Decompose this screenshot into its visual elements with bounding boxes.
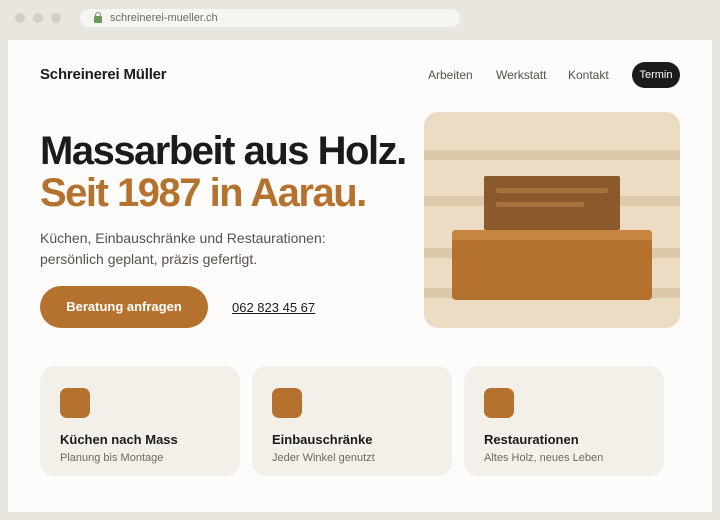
- service-card-title: Einbauschränke: [272, 432, 373, 447]
- hero-lead-line-2: persönlich geplant, präzis gefertigt.: [40, 251, 258, 267]
- service-card-einbauschraenke[interactable]: Einbauschränke Jeder Winkel genutzt: [252, 366, 452, 476]
- nav-link-werkstatt[interactable]: Werkstatt: [496, 68, 546, 82]
- service-card-kuechen[interactable]: Küchen nach Mass Planung bis Montage: [40, 366, 240, 476]
- hero-lead: Küchen, Einbauschränke und Restauratione…: [40, 228, 340, 270]
- address-bar-url: schreinerei-mueller.ch: [110, 12, 218, 24]
- window-close-dot[interactable]: [15, 13, 25, 23]
- hero-furniture-illustration: [424, 112, 680, 328]
- restoration-icon: [484, 388, 514, 418]
- hero-lead-line-1: Küchen, Einbauschränke und Restauratione…: [40, 230, 326, 246]
- hero-headline: Massarbeit aus Holz.: [40, 129, 407, 173]
- browser-chrome: schreinerei-mueller.ch: [0, 0, 720, 36]
- address-bar[interactable]: schreinerei-mueller.ch: [80, 9, 460, 27]
- web-page: Schreinerei Müller Arbeiten Werkstatt Ko…: [8, 40, 712, 512]
- hero-headline-accent: Seit 1987 in Aarau.: [40, 171, 367, 215]
- cabinet-icon: [272, 388, 302, 418]
- kitchen-icon: [60, 388, 90, 418]
- window-minimize-dot[interactable]: [33, 13, 43, 23]
- termin-button[interactable]: Termin: [632, 62, 680, 88]
- nav-link-arbeiten[interactable]: Arbeiten: [428, 68, 473, 82]
- phone-link[interactable]: 062 823 45 67: [232, 300, 315, 315]
- service-card-title: Restaurationen: [484, 432, 579, 447]
- beratung-anfragen-button[interactable]: Beratung anfragen: [40, 286, 208, 328]
- service-card-subtitle: Jeder Winkel genutzt: [272, 452, 375, 464]
- brand-logo[interactable]: Schreinerei Müller: [40, 66, 167, 83]
- drawer-shape: [484, 176, 620, 230]
- lock-icon: [94, 12, 102, 23]
- cabinet-shape: [452, 230, 652, 300]
- service-card-restaurationen[interactable]: Restaurationen Altes Holz, neues Leben: [464, 366, 664, 476]
- nav-link-kontakt[interactable]: Kontakt: [568, 68, 609, 82]
- service-card-subtitle: Planung bis Montage: [60, 452, 164, 464]
- service-card-subtitle: Altes Holz, neues Leben: [484, 452, 604, 464]
- service-card-title: Küchen nach Mass: [60, 432, 178, 447]
- window-maximize-dot[interactable]: [51, 13, 61, 23]
